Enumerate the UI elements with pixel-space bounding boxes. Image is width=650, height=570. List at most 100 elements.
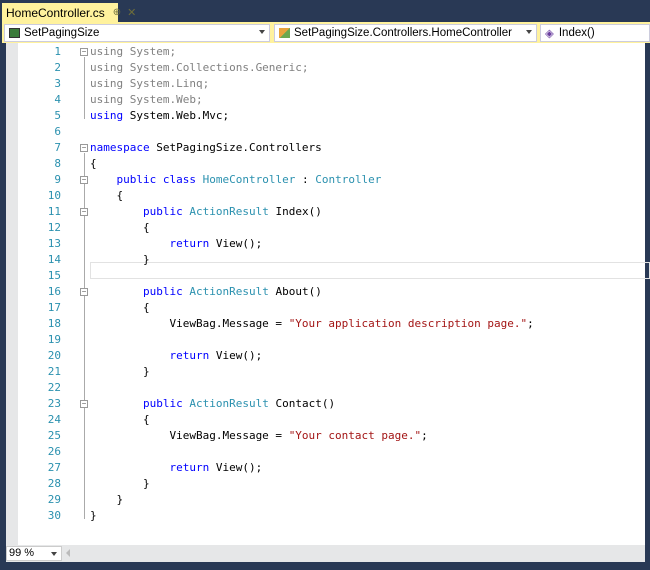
code-text: return View(); xyxy=(90,348,262,364)
close-icon[interactable]: ✕ xyxy=(127,6,136,19)
code-text: } xyxy=(90,492,123,508)
code-line: 30} xyxy=(6,508,645,524)
line-number: 17 xyxy=(47,301,61,314)
code-token: return xyxy=(169,461,210,474)
member-label: Index() xyxy=(558,27,595,39)
code-text: using System.Linq; xyxy=(90,76,209,92)
collapse-toggle-icon[interactable]: − xyxy=(80,176,88,184)
code-line: 10 { xyxy=(6,188,645,204)
line-number: 24 xyxy=(47,413,61,426)
code-line: 23 public ActionResult Contact() xyxy=(6,396,645,412)
line-number: 1 xyxy=(54,45,61,58)
code-line: 8{ xyxy=(6,156,645,172)
line-number: 26 xyxy=(47,445,61,458)
code-token: ; xyxy=(527,317,534,330)
code-text: namespace SetPagingSize.Controllers xyxy=(90,140,322,156)
line-number: 15 xyxy=(47,269,61,282)
code-text: { xyxy=(90,300,150,316)
code-token: ActionResult xyxy=(189,397,269,410)
code-text: using System.Web; xyxy=(90,92,203,108)
code-line: 3 using System.Linq; xyxy=(6,76,645,92)
code-text: { xyxy=(90,188,123,204)
member-dropdown[interactable]: ◈ Index() xyxy=(540,24,650,42)
zoom-dropdown[interactable]: 99 % xyxy=(6,546,62,561)
tab-homecontroller[interactable]: HomeController.cs ⊕ ✕ xyxy=(2,3,136,22)
code-text: public ActionResult About() xyxy=(90,284,322,300)
code-token: public xyxy=(142,205,183,218)
line-number: 10 xyxy=(47,189,61,202)
line-number: 16 xyxy=(47,285,61,298)
code-text: return View(); xyxy=(90,460,262,476)
line-number: 18 xyxy=(47,317,61,330)
code-line: 4 using System.Web; xyxy=(6,92,645,108)
line-number: 20 xyxy=(47,349,61,362)
code-token: ActionResult xyxy=(189,285,269,298)
line-number: 11 xyxy=(47,205,61,218)
collapse-toggle-icon[interactable]: − xyxy=(80,144,88,152)
line-number: 12 xyxy=(47,221,61,234)
code-token: Controller xyxy=(315,173,382,186)
horizontal-scroll-left[interactable] xyxy=(66,549,70,557)
code-line: 15 xyxy=(6,268,645,284)
code-token: public xyxy=(142,397,183,410)
collapse-toggle-icon[interactable]: − xyxy=(80,208,88,216)
line-number: 5 xyxy=(54,109,61,122)
code-token: View(); xyxy=(209,237,263,250)
type-dropdown[interactable]: SetPagingSize.Controllers.HomeController xyxy=(274,24,537,42)
outline-guide xyxy=(84,409,85,487)
code-text: ViewBag.Message = "Your contact page."; xyxy=(90,428,427,444)
zoom-label: 99 % xyxy=(9,547,35,559)
code-token: ViewBag.Message = xyxy=(90,317,289,330)
code-token: HomeController xyxy=(202,173,296,186)
code-text: public ActionResult Index() xyxy=(90,204,322,220)
code-text: return View(); xyxy=(90,236,262,252)
line-number: 29 xyxy=(47,493,61,506)
code-line: 19 xyxy=(6,332,645,348)
code-line: 28 } xyxy=(6,476,645,492)
code-line: 12 { xyxy=(6,220,645,236)
code-editor[interactable]: 1 using System; 2 using System.Collections.… xyxy=(6,43,650,545)
code-line: 5 using System.Web.Mvc; xyxy=(6,108,645,124)
code-token: } xyxy=(90,493,124,506)
collapse-toggle-icon[interactable]: − xyxy=(80,400,88,408)
code-token: : xyxy=(295,173,316,186)
code-token: } xyxy=(90,253,150,266)
code-line: 27 return View(); xyxy=(6,460,645,476)
line-number: 21 xyxy=(47,365,61,378)
pin-icon[interactable]: ⊕ xyxy=(113,7,121,18)
code-line: 1 using System; xyxy=(6,44,645,60)
code-token: { xyxy=(90,221,150,234)
code-token: Contact() xyxy=(268,397,336,410)
code-line: 6 xyxy=(6,124,645,140)
code-line: 11 public ActionResult Index() xyxy=(6,204,645,220)
code-line: 21 } xyxy=(6,364,645,380)
project-dropdown[interactable]: SetPagingSize xyxy=(4,24,270,42)
type-label: SetPagingSize.Controllers.HomeController xyxy=(294,27,512,39)
code-token: ActionResult xyxy=(189,205,269,218)
project-icon xyxy=(9,28,20,38)
tab-title: HomeController.cs xyxy=(6,5,105,20)
line-number: 27 xyxy=(47,461,61,474)
collapse-toggle-icon[interactable]: − xyxy=(80,48,88,56)
code-token: } xyxy=(90,509,97,522)
code-token: ViewBag.Message = xyxy=(90,429,289,442)
line-number: 13 xyxy=(47,237,61,250)
line-number: 2 xyxy=(54,61,61,74)
code-line: 17 { xyxy=(6,300,645,316)
line-number: 14 xyxy=(47,253,61,266)
code-token: "Your application description page." xyxy=(288,317,528,330)
line-number: 3 xyxy=(54,77,61,90)
code-token: public class xyxy=(116,173,196,186)
code-token: using System.Linq; xyxy=(90,77,210,90)
code-token: using xyxy=(90,109,124,122)
collapse-toggle-icon[interactable]: − xyxy=(80,288,88,296)
code-line: 24 { xyxy=(6,412,645,428)
code-line: 2 using System.Collections.Generic; xyxy=(6,60,645,76)
code-token: SetPagingSize.Controllers xyxy=(149,141,322,154)
method-icon: ◈ xyxy=(545,28,554,40)
code-text: { xyxy=(90,156,97,172)
